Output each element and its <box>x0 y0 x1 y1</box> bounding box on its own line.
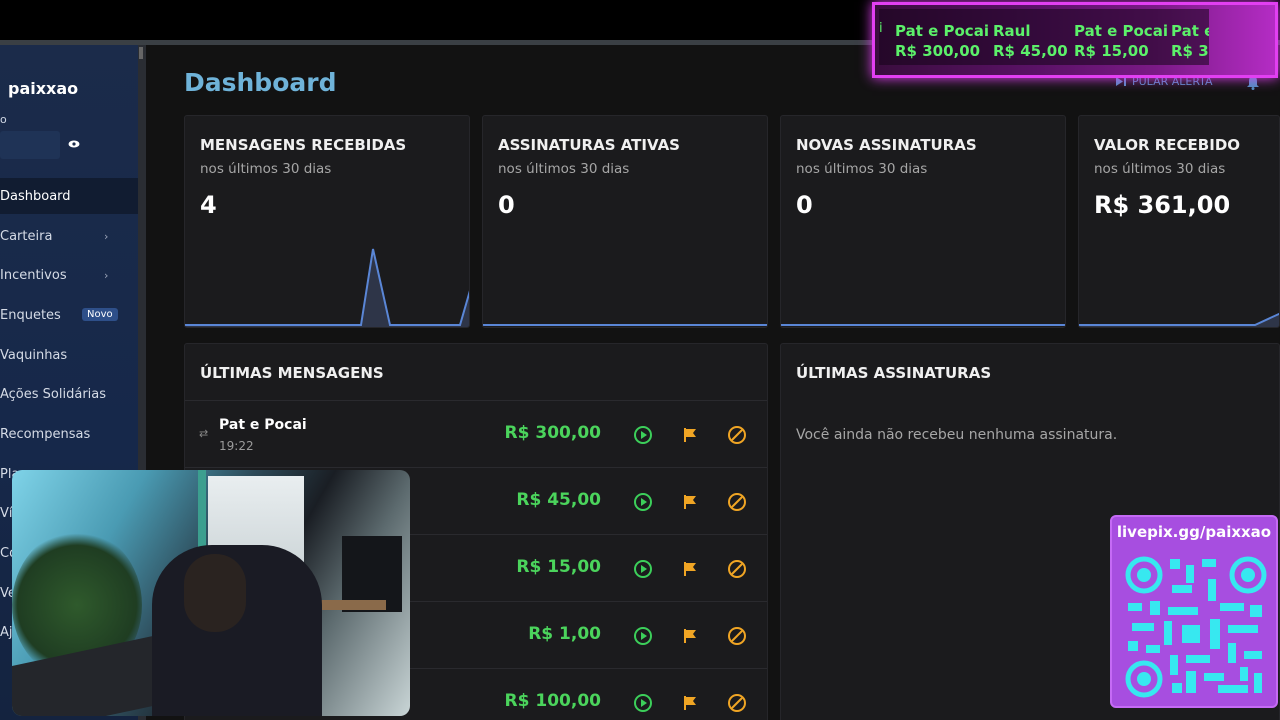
stat-card-new-subs: NOVAS ASSINATURAS nos últimos 30 dias 0 <box>780 115 1066 328</box>
flag-icon[interactable] <box>680 492 700 512</box>
message-amount: R$ 300,00 <box>504 423 601 443</box>
stat-card-value-received: VALOR RECEBIDO nos últimos 30 dias R$ 36… <box>1078 115 1280 328</box>
play-icon[interactable] <box>633 626 653 646</box>
message-amount: R$ 15,00 <box>516 557 601 577</box>
stat-subtitle: nos últimos 30 dias <box>796 161 928 177</box>
flag-icon[interactable] <box>680 425 700 445</box>
sidebar-item-label: Dashboard <box>0 188 71 204</box>
stat-title: NOVAS ASSINATURAS <box>796 136 977 154</box>
stat-subtitle: nos últimos 30 dias <box>200 161 332 177</box>
webcam-overlay <box>12 470 410 716</box>
message-amount: R$ 1,00 <box>528 624 601 644</box>
stat-title: ASSINATURAS ATIVAS <box>498 136 680 154</box>
flag-icon[interactable] <box>680 626 700 646</box>
alert-item-amount: R$ 300,00 <box>895 42 981 60</box>
alert-item: Raul R$ 45,00 <box>993 21 1068 61</box>
new-badge: Novo <box>82 308 118 321</box>
donation-alert-overlay: i Pat e Pocai R$ 300,00 Raul R$ 45,00 Pa… <box>872 2 1278 78</box>
skip-icon <box>1116 77 1126 86</box>
stat-subtitle: nos últimos 30 dias <box>1094 161 1226 177</box>
swap-arrows-icon: ⇄ <box>199 427 209 440</box>
alert-item: Pat e Pocai R$ 300,00 <box>895 21 989 61</box>
alert-item-name: Raul <box>993 22 1031 40</box>
stat-title: VALOR RECEBIDO <box>1094 136 1241 154</box>
chevron-right-icon: › <box>104 229 109 243</box>
sidebar-item-label: Ações Solidárias <box>0 386 107 402</box>
sidebar-item-label: Enquetes <box>0 307 61 323</box>
alert-item-name: Pat e Pocai <box>895 22 989 40</box>
stat-subtitle: nos últimos 30 dias <box>498 161 630 177</box>
stat-card-active-subs: ASSINATURAS ATIVAS nos últimos 30 dias 0 <box>482 115 768 328</box>
qr-overlay: livepix.gg/paixxao <box>1110 515 1278 708</box>
stat-value: R$ 361,00 <box>1094 191 1231 219</box>
message-row: ⇄ Pat e Pocai 19:22 R$ 300,00 <box>185 401 767 468</box>
stat-title: MENSAGENS RECEBIDAS <box>200 136 407 154</box>
sidebar-item-label: Recompensas <box>0 426 91 442</box>
sidebar-item-vaquinhas[interactable]: Vaquinhas <box>0 337 138 373</box>
block-icon[interactable] <box>727 492 747 512</box>
sidebar-username: paixxao <box>8 79 79 98</box>
play-icon[interactable] <box>633 425 653 445</box>
subscriptions-empty-text: Você ainda não recebeu nenhuma assinatur… <box>796 427 1118 443</box>
stat-card-messages: MENSAGENS RECEBIDAS nos últimos 30 dias … <box>184 115 470 328</box>
sidebar-item-incentivos[interactable]: Incentivos › <box>0 257 138 293</box>
alert-item-amount: R$ 45,00 <box>993 42 1068 60</box>
qr-url: livepix.gg/paixxao <box>1116 523 1272 541</box>
block-icon[interactable] <box>727 425 747 445</box>
stat-sparkline <box>1079 312 1279 327</box>
message-amount: R$ 100,00 <box>504 691 601 711</box>
sidebar-item-a-es-solid-rias[interactable]: Ações Solidárias <box>0 376 138 412</box>
sidebar-item-carteira[interactable]: Carteira › <box>0 218 138 254</box>
sidebar-item-enquetes[interactable]: Enquetes Novo <box>0 297 138 333</box>
stat-value: 0 <box>796 191 813 219</box>
stat-sparkline <box>781 324 1065 326</box>
block-icon[interactable] <box>727 693 747 713</box>
alert-prefix: i <box>879 21 883 36</box>
sidebar-user-caption: o <box>0 113 7 126</box>
stat-value: 4 <box>200 191 217 219</box>
flag-icon[interactable] <box>680 559 700 579</box>
eye-icon[interactable] <box>68 140 80 148</box>
stat-sparkline <box>483 324 767 326</box>
message-time: 19:22 <box>219 439 254 453</box>
play-icon[interactable] <box>633 693 653 713</box>
chevron-right-icon: › <box>104 268 109 282</box>
alert-item-amount: R$ 3( <box>1171 42 1209 60</box>
alert-item-name: Pat e Pocai <box>1074 22 1168 40</box>
block-icon[interactable] <box>727 559 747 579</box>
balance-hidden-box <box>0 131 60 159</box>
flag-icon[interactable] <box>680 693 700 713</box>
page-title: Dashboard <box>184 68 337 97</box>
sidebar-item-label: Incentivos <box>0 267 67 283</box>
sidebar-item-label: Vaquinhas <box>0 347 68 363</box>
alert-item-amount: R$ 15,00 <box>1074 42 1149 60</box>
subscriptions-panel-title: ÚLTIMAS ASSINATURAS <box>796 364 992 382</box>
play-icon[interactable] <box>633 559 653 579</box>
messages-panel-title: ÚLTIMAS MENSAGENS <box>200 364 384 382</box>
stat-sparkline <box>185 248 469 327</box>
message-sender: Pat e Pocai <box>219 417 307 433</box>
alert-item: Pat e Pocai R$ 15,00 <box>1074 21 1168 61</box>
alert-item: Pat e R$ 3( <box>1171 21 1209 61</box>
sidebar-item-recompensas[interactable]: Recompensas <box>0 416 138 452</box>
sidebar-item-dashboard[interactable]: Dashboard <box>0 178 138 214</box>
stat-value: 0 <box>498 191 515 219</box>
qr-code-icon <box>1125 556 1267 698</box>
alert-item-name: Pat e <box>1171 22 1209 40</box>
play-icon[interactable] <box>633 492 653 512</box>
sidebar-item-label: Carteira <box>0 228 53 244</box>
message-amount: R$ 45,00 <box>516 490 601 510</box>
block-icon[interactable] <box>727 626 747 646</box>
